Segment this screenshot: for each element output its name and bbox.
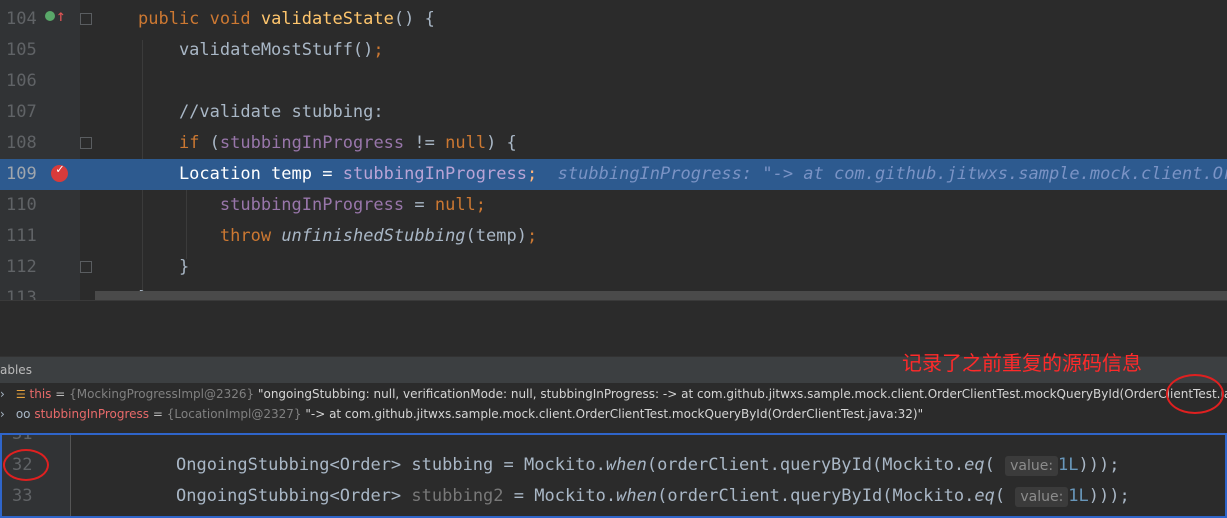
- inline-debug-value: stubbingInProgress: "-> at com.github.ji…: [557, 164, 1227, 184]
- line-number: 106: [6, 71, 37, 91]
- line-number: 33: [12, 486, 33, 506]
- code-text: throw unfinishedStubbing(temp);: [219, 226, 538, 246]
- annotation-note: 记录了之前重复的源码信息: [902, 351, 1142, 375]
- code-snippet[interactable]: 31 32 OngoingStubbing<Order> stubbing = …: [0, 433, 1227, 518]
- variable-row[interactable]: › oo stubbingInProgress = {LocationImpl@…: [0, 404, 923, 424]
- code-line[interactable]: 32 OngoingStubbing<Order> stubbing = Moc…: [2, 450, 1225, 481]
- variable-value: "-> at com.github.jitwxs.sample.mock.cli…: [305, 407, 924, 421]
- variable-name: stubbingInProgress: [34, 407, 150, 421]
- code-text: OngoingStubbing<Order> stubbing2 = Mocki…: [176, 486, 1130, 507]
- code-text: }: [138, 257, 190, 277]
- implementation-icon[interactable]: [45, 11, 55, 21]
- fold-icon[interactable]: [80, 13, 92, 25]
- code-line[interactable]: 106: [0, 66, 1227, 97]
- code-line[interactable]: 112 }: [0, 252, 1227, 283]
- code-text: if (stubbingInProgress != null) {: [178, 133, 517, 153]
- line-number: 107: [6, 102, 37, 122]
- line-number: 113: [6, 288, 37, 300]
- variable-type: {MockingProgressImpl@2326}: [69, 387, 255, 401]
- code-line[interactable]: 111 throw unfinishedStubbing(temp);: [0, 221, 1227, 252]
- code-text: public void validateState() {: [138, 9, 435, 29]
- checkmark-icon: ✓: [56, 162, 64, 177]
- variable-row[interactable]: › ☰ this = {MockingProgressImpl@2326} "o…: [0, 384, 1227, 404]
- variable-name: this: [29, 387, 52, 401]
- code-text: Location temp = stubbingInProgress; stub…: [138, 159, 1227, 190]
- code-comment: //validate stubbing:: [138, 102, 384, 122]
- line-number: 112: [6, 257, 37, 277]
- code-line[interactable]: 104 ↑ public void validateState() {: [0, 4, 1227, 35]
- code-line: 31: [2, 433, 1225, 450]
- code-line[interactable]: 33 OngoingStubbing<Order> stubbing2 = Mo…: [2, 481, 1225, 512]
- line-number: 108: [6, 133, 37, 153]
- param-hint: value:: [1005, 456, 1059, 476]
- override-arrow-icon[interactable]: ↑: [56, 6, 66, 25]
- variable-value: "ongoingStubbing: null, verificationMode…: [257, 387, 1227, 401]
- line-number: 110: [6, 195, 37, 215]
- annotation-circle: [1166, 374, 1224, 414]
- code-line[interactable]: 107 //validate stubbing:: [0, 97, 1227, 128]
- variable-type: {LocationImpl@2327}: [166, 407, 302, 421]
- code-text: stubbingInProgress = null;: [219, 195, 487, 215]
- line-number: 111: [6, 226, 37, 246]
- code-line[interactable]: 110 stubbingInProgress = null;: [0, 190, 1227, 221]
- expand-arrow-icon[interactable]: ›: [0, 384, 12, 404]
- variables-panel[interactable]: › ☰ this = {MockingProgressImpl@2326} "o…: [0, 383, 1227, 431]
- horizontal-scrollbar[interactable]: [95, 291, 1227, 300]
- expand-arrow-icon[interactable]: ›: [0, 404, 12, 424]
- code-text: validateMostStuff();: [138, 40, 384, 60]
- param-hint: value:: [1015, 487, 1069, 507]
- annotation-circle: [3, 449, 49, 481]
- code-line[interactable]: 105 validateMostStuff();: [0, 35, 1227, 66]
- field-icon: ☰: [15, 388, 26, 401]
- line-number: 105: [6, 40, 37, 60]
- code-editor[interactable]: 104 ↑ public void validateState() { 105 …: [0, 0, 1227, 300]
- line-number: 109: [6, 164, 37, 184]
- line-number: 31: [12, 433, 33, 444]
- variables-title: ables: [0, 363, 32, 377]
- line-number: 104: [6, 9, 37, 29]
- code-text: OngoingStubbing<Order> stubbing = Mockit…: [176, 455, 1120, 476]
- fold-icon[interactable]: [80, 137, 92, 149]
- current-execution-line[interactable]: 109 ✓ Location temp = stubbingInProgress…: [0, 159, 1227, 190]
- watch-glasses-icon: oo: [15, 407, 31, 421]
- code-line[interactable]: 108 if (stubbingInProgress != null) {: [0, 128, 1227, 159]
- fold-icon[interactable]: [80, 261, 92, 273]
